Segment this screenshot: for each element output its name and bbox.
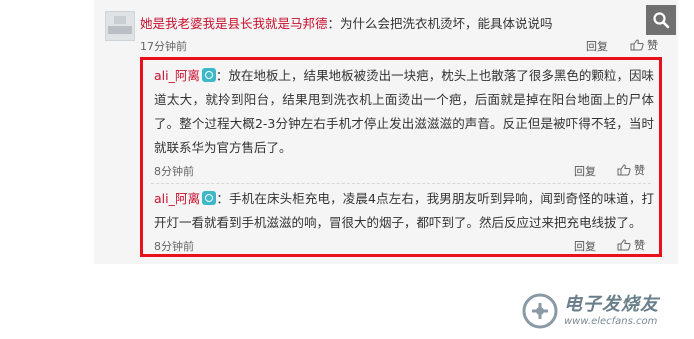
reply-separator: ：: [216, 191, 230, 206]
elecfans-logo-icon: [522, 293, 558, 329]
reply-text: 手机在床头柜充电，凌晨4点左右，我男朋友听到异响，闻到奇怪的味道，打开灯一看就看…: [154, 191, 654, 230]
thumbs-up-icon: [630, 39, 644, 51]
reply-item: ali_阿离 ：放在地板上，结果地板被烫出一块疤，枕头上也散落了很多黑色的颗粒，因…: [154, 64, 654, 160]
reply-label: 回复: [586, 40, 608, 53]
vip-badge-icon: [202, 191, 217, 205]
comment-text: 为什么会把洗衣机烫坏，能具体说说吗: [340, 16, 553, 31]
search-icon: [653, 12, 670, 29]
reply-separator: ：: [215, 68, 229, 83]
reply-time: 8分钟前: [154, 165, 194, 178]
comment-username[interactable]: 她是我老婆我是县长我就是马邦德: [140, 16, 328, 31]
search-button[interactable]: [646, 5, 676, 35]
like-button[interactable]: 赞: [630, 37, 658, 53]
reply-text: 放在地板上，结果地板被烫出一块疤，枕头上也散落了很多黑色的颗粒，因味道太大，就拎…: [154, 68, 654, 155]
comment-time: 17分钟前: [140, 40, 187, 53]
watermark-title: 电子发烧友: [564, 294, 659, 315]
like-button[interactable]: 赞: [617, 162, 645, 178]
replies-highlight: ali_阿离 ：放在地板上，结果地板被烫出一块疤，枕头上也散落了很多黑色的颗粒，因…: [140, 57, 662, 257]
reply-username[interactable]: ali_阿离: [154, 68, 200, 83]
watermark-url: www.elecfans.com: [564, 316, 658, 327]
thumbs-up-icon: [617, 164, 631, 176]
divider: [151, 183, 651, 184]
reply-button[interactable]: 回复: [574, 163, 596, 179]
like-button[interactable]: 赞: [617, 237, 645, 253]
thumbs-up-icon: [617, 239, 631, 251]
reply-item: ali_阿离 ：手机在床头柜充电，凌晨4点左右，我男朋友听到异响，闻到奇怪的味道，…: [154, 187, 654, 235]
reply-label: 回复: [574, 165, 596, 178]
reply-username[interactable]: ali_阿离: [154, 191, 200, 206]
vip-badge-icon: [201, 68, 216, 82]
reply-label: 回复: [574, 240, 596, 253]
reply-time: 8分钟前: [154, 240, 194, 253]
comment-separator: ：: [327, 16, 341, 31]
reply-button[interactable]: 回复: [574, 238, 596, 254]
avatar[interactable]: [105, 11, 135, 41]
like-label: 赞: [647, 39, 658, 52]
comment-line: 她是我老婆我是县长我就是马邦德：为什么会把洗衣机烫坏，能具体说说吗: [140, 13, 553, 32]
like-label: 赞: [634, 164, 645, 177]
watermark: 电子发烧友 www.elecfans.com: [520, 290, 690, 334]
like-label: 赞: [634, 239, 645, 252]
reply-button[interactable]: 回复: [586, 38, 608, 54]
